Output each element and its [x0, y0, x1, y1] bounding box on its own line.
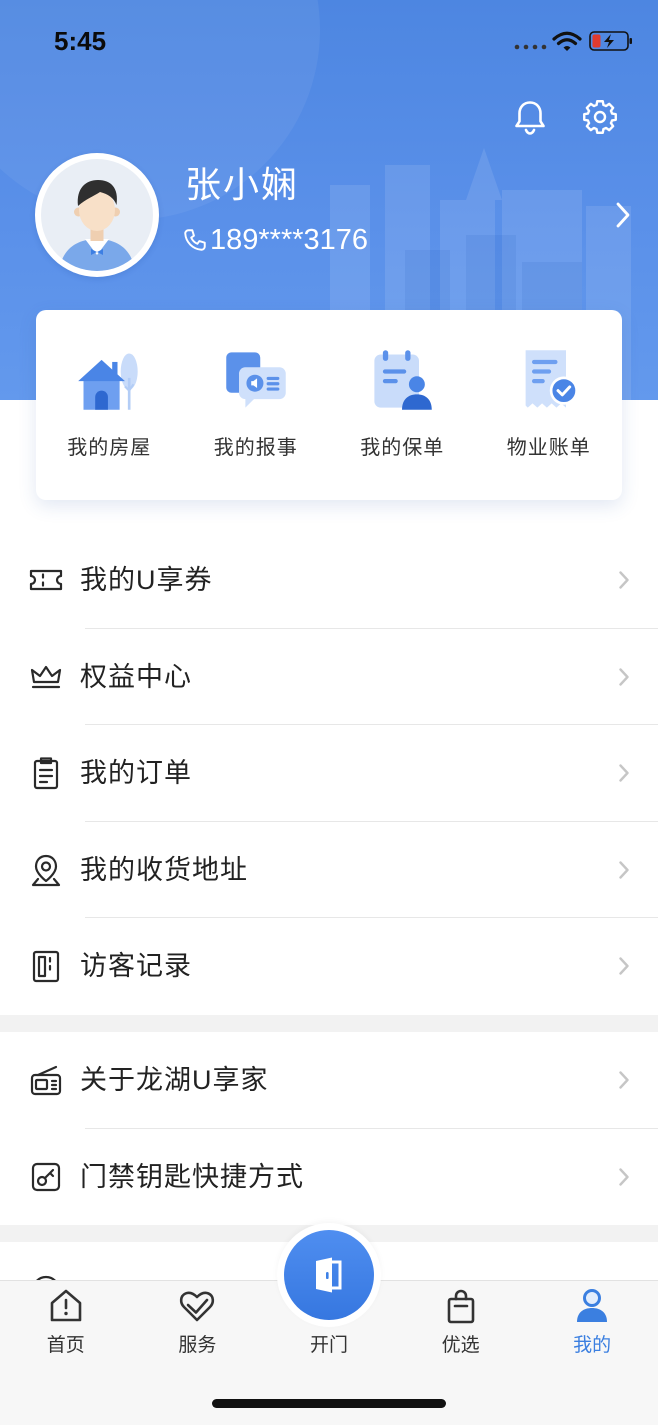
menu-item-door-key-shortcut[interactable]: 门禁钥匙快捷方式 — [0, 1129, 658, 1226]
chevron-right-icon — [619, 1168, 629, 1186]
chevron-right-icon — [619, 668, 629, 686]
tab-label: 我的 — [573, 1335, 612, 1356]
menu-item-my-coupons[interactable]: 我的U享券 — [0, 532, 658, 629]
quick-action-label: 物业账单 — [506, 437, 591, 459]
menu-item-shipping-address[interactable]: 我的收货地址 — [0, 822, 658, 918]
tab-home[interactable]: 首页 — [0, 1281, 132, 1371]
menu-item-label: 关于龙湖U享家 — [80, 1065, 269, 1096]
phone-icon — [184, 229, 206, 251]
quick-actions-card: 我的房屋 我的报事 我的保单 物业账单 — [36, 310, 622, 500]
menu-item-visitor-records[interactable]: 访客记录 — [0, 918, 658, 1015]
service-icon — [180, 1291, 215, 1322]
avatar[interactable] — [35, 153, 159, 277]
signal-dots-icon — [514, 44, 547, 50]
tab-label: 开门 — [309, 1335, 348, 1356]
menu-item-label: 访客记录 — [80, 951, 192, 982]
chevron-right-icon — [619, 764, 629, 782]
chevron-right-icon — [619, 571, 629, 589]
chevron-right-icon — [619, 1071, 629, 1089]
tab-label: 服务 — [178, 1335, 217, 1356]
menu-item-my-orders[interactable]: 我的订单 — [0, 725, 658, 822]
chevron-right-icon[interactable] — [615, 201, 631, 229]
status-icons — [514, 31, 632, 51]
open-door-button[interactable] — [276, 1223, 381, 1327]
quick-action-my-house[interactable]: 我的房屋 — [36, 310, 183, 500]
bill-icon — [525, 350, 578, 408]
quick-action-my-reports[interactable]: 我的报事 — [183, 310, 330, 500]
quick-action-property-bills[interactable]: 物业账单 — [476, 310, 623, 500]
menu-item-label: 门禁钥匙快捷方式 — [80, 1161, 304, 1192]
policy-icon — [374, 350, 432, 410]
quick-action-label: 我的房屋 — [67, 437, 152, 459]
tab-me[interactable]: 我的 — [526, 1281, 658, 1371]
open-door-circle — [283, 1230, 374, 1320]
quick-action-my-policies[interactable]: 我的保单 — [329, 310, 476, 500]
avatar-icon — [41, 159, 153, 271]
menu-item-label: 权益中心 — [80, 661, 192, 692]
wifi-icon — [552, 31, 582, 51]
coupon-icon — [29, 570, 63, 591]
menu-item-label: 我的订单 — [80, 758, 192, 789]
home-indicator[interactable] — [212, 1399, 446, 1408]
status-time: 5:45 — [54, 26, 107, 56]
visitor-record-icon — [32, 951, 60, 983]
menu-item-benefits-center[interactable]: 权益中心 — [0, 629, 658, 725]
about-icon — [30, 1066, 62, 1096]
tab-open-door[interactable]: 开门 — [263, 1223, 395, 1371]
tab-services[interactable]: 服务 — [132, 1281, 264, 1371]
quick-action-label: 我的报事 — [213, 437, 298, 459]
bell-icon[interactable] — [512, 98, 548, 136]
profile-summary[interactable]: 张小娴 189****3176 — [0, 150, 658, 280]
location-icon — [31, 854, 61, 886]
tab-label: 首页 — [46, 1335, 85, 1356]
crown-icon — [30, 665, 62, 688]
door-key-icon — [31, 1162, 61, 1191]
quick-action-label: 我的保单 — [360, 437, 445, 459]
shopping-bag-icon — [447, 1289, 474, 1324]
menu-item-about[interactable]: 关于龙湖U享家 — [0, 1032, 658, 1129]
menu-item-label: 我的U享券 — [80, 565, 213, 596]
user-name: 张小娴 — [185, 164, 300, 205]
user-phone-number: 189****3176 — [210, 223, 369, 256]
menu-item-label: 我的收货地址 — [80, 854, 248, 885]
tab-featured[interactable]: 优选 — [395, 1281, 527, 1371]
door-icon — [315, 1257, 342, 1293]
gear-icon[interactable] — [582, 99, 618, 135]
user-phone: 189****3176 — [182, 222, 368, 258]
chevron-right-icon — [619, 957, 629, 975]
battery-charging-icon — [589, 31, 632, 51]
order-icon — [33, 757, 59, 790]
house-icon — [78, 353, 138, 410]
section-separator — [0, 1014, 658, 1032]
tab-label: 优选 — [441, 1335, 480, 1356]
chevron-right-icon — [619, 861, 629, 879]
menu-section-app: 关于龙湖U享家 门禁钥匙快捷方式 — [0, 1032, 658, 1225]
report-icon — [226, 352, 286, 408]
menu-section-account: 我的U享券 权益中心 我的订单 我的收货地址 访客记录 — [0, 532, 658, 1015]
profile-icon — [577, 1289, 608, 1322]
home-icon — [50, 1289, 82, 1322]
